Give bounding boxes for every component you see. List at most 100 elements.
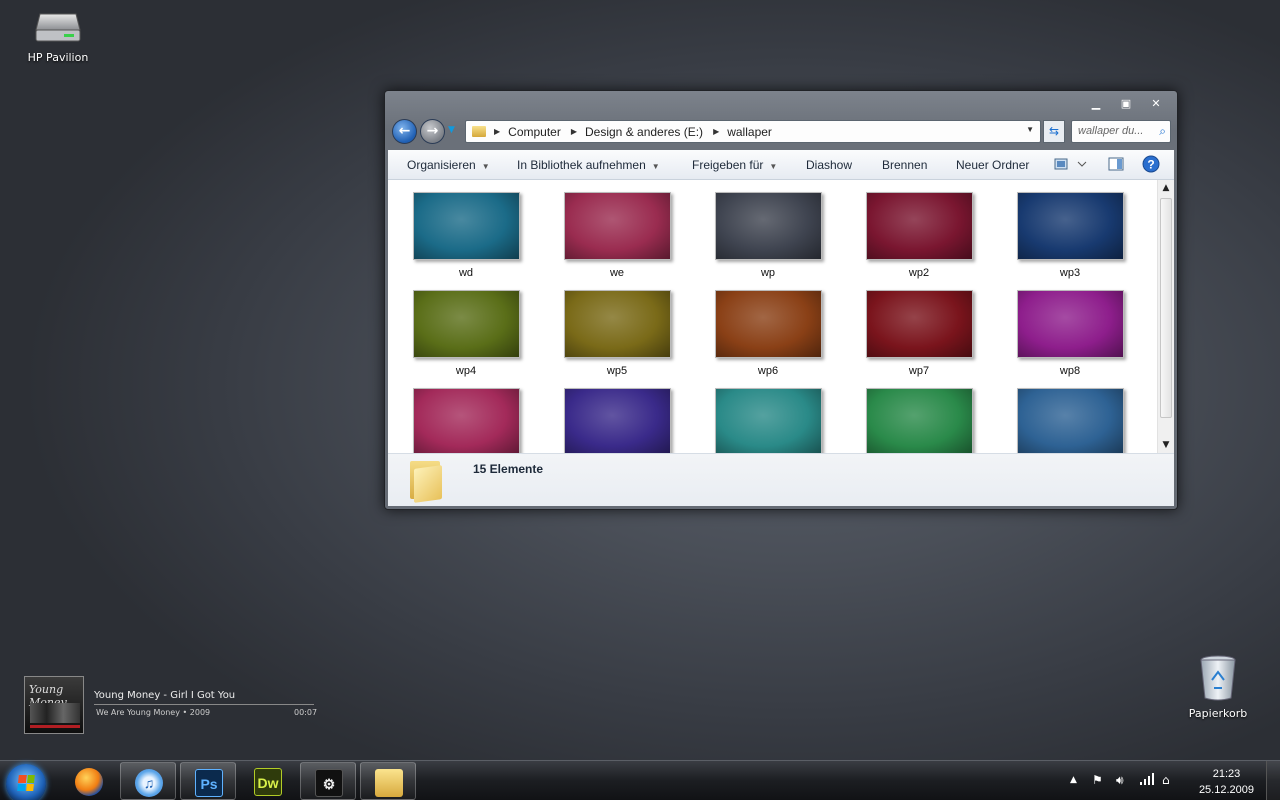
volume-icon[interactable]: 🔊︎	[1116, 773, 1124, 788]
burn-button[interactable]: Brennen	[882, 158, 927, 172]
address-bar[interactable]: ▶ Computer ▶ Design & anderes (E:) ▶ wal…	[465, 120, 1041, 143]
breadcrumb-separator-icon[interactable]: ▶	[713, 127, 719, 136]
steam-icon: ⚙	[315, 769, 343, 797]
windows-logo-icon	[17, 775, 35, 791]
file-name: wd	[458, 267, 474, 279]
scroll-up-button[interactable]: ▲	[1158, 180, 1174, 196]
breadcrumb-separator-icon[interactable]: ▶	[494, 127, 500, 136]
file-item[interactable]	[708, 388, 828, 453]
address-history-dropdown[interactable]: ▼	[1026, 125, 1034, 134]
share-with-menu[interactable]: Freigeben für ▼	[692, 158, 777, 172]
search-icon[interactable]: ⌕	[1159, 124, 1166, 139]
file-item[interactable]: wp2	[859, 192, 979, 279]
triangle-up-icon: ▲	[1162, 183, 1170, 193]
breadcrumb-drive[interactable]: Design & anderes (E:)	[585, 125, 703, 139]
share-with-label: Freigeben für	[692, 158, 764, 172]
chevron-down-icon: ▼	[769, 162, 778, 171]
navigation-bar: ← → ▼ ▶ Computer ▶ Design & anderes (E:)…	[389, 117, 1173, 147]
flag-icon[interactable]: ⚑	[1092, 773, 1103, 787]
file-list[interactable]: wd we wp wp2 wp3 wp4 wp5 wp6 wp7 wp8 ▲ ▼	[388, 180, 1174, 453]
search-input[interactable]: wallaper du... ⌕	[1071, 120, 1171, 143]
refresh-button[interactable]: ⇆	[1043, 120, 1065, 143]
desktop-icon-hp-pavilion[interactable]: HP Pavilion	[13, 10, 103, 64]
add-to-library-menu[interactable]: In Bibliothek aufnehmen ▼	[517, 158, 660, 172]
thumbnail	[563, 388, 671, 453]
explorer-window[interactable]: ▁ ▣ ✕ ← → ▼ ▶ Computer ▶ Design & andere…	[384, 90, 1178, 510]
vertical-scrollbar[interactable]: ▲ ▼	[1157, 180, 1174, 453]
recent-pages-dropdown[interactable]: ▼	[448, 125, 455, 135]
forward-button[interactable]: →	[420, 119, 445, 144]
album-art: Young Money	[24, 676, 84, 734]
breadcrumb-computer[interactable]: Computer	[508, 125, 561, 139]
breadcrumb-folder[interactable]: wallaper	[727, 125, 772, 139]
chevron-down-icon: ▼	[651, 162, 660, 171]
view-options-button[interactable]	[1054, 156, 1088, 175]
file-name: wp3	[1059, 267, 1081, 279]
thumbnail	[714, 388, 822, 453]
itunes-icon: ♫	[135, 769, 163, 797]
file-item[interactable]	[557, 388, 677, 453]
minimize-icon: ▁	[1091, 97, 1101, 110]
maximize-icon: ▣	[1120, 97, 1132, 110]
view-icon	[1054, 158, 1087, 170]
taskbar-steam[interactable]: ⚙	[300, 762, 356, 800]
show-desktop-button[interactable]	[1266, 761, 1280, 800]
network-signal-icon[interactable]	[1140, 773, 1154, 788]
file-item[interactable]	[1010, 388, 1130, 453]
minimize-button[interactable]: ▁	[1081, 95, 1111, 113]
maximize-button[interactable]: ▣	[1111, 95, 1141, 113]
new-folder-button[interactable]: Neuer Ordner	[956, 158, 1029, 172]
desktop-icon-recycle-bin[interactable]: Papierkorb	[1178, 654, 1258, 720]
thumbnail	[1016, 388, 1124, 453]
folder-icon	[408, 461, 444, 503]
close-icon: ✕	[1151, 97, 1161, 110]
thumbnail	[412, 388, 520, 453]
scrollbar-thumb[interactable]	[1160, 198, 1172, 418]
search-placeholder: wallaper du...	[1078, 125, 1144, 137]
signal-bars-icon	[1140, 773, 1154, 785]
close-button[interactable]: ✕	[1141, 95, 1171, 113]
thumbnail	[1016, 290, 1124, 358]
album-name: We Are Young Money • 2009	[96, 708, 211, 717]
file-item[interactable]: wp6	[708, 290, 828, 377]
file-item[interactable]: wp8	[1010, 290, 1130, 377]
desktop-icon-label: HP Pavilion	[27, 51, 89, 64]
file-item[interactable]: wd	[406, 192, 526, 279]
slideshow-button[interactable]: Diashow	[806, 158, 852, 172]
command-bar: Organisieren ▼ In Bibliothek aufnehmen ▼ F…	[388, 150, 1174, 180]
arrow-right-icon: →	[426, 123, 439, 139]
thumbnail	[412, 192, 520, 260]
file-item[interactable]	[859, 388, 979, 453]
arrow-left-icon: ←	[398, 123, 411, 139]
file-name: we	[609, 267, 625, 279]
power-icon[interactable]: ⌂	[1162, 773, 1170, 787]
hard-drive-icon	[35, 13, 81, 42]
file-item[interactable]: wp7	[859, 290, 979, 377]
show-hidden-icons-button[interactable]: ▲	[1070, 775, 1077, 785]
help-button[interactable]: ?	[1142, 155, 1160, 176]
file-item[interactable]: wp3	[1010, 192, 1130, 279]
taskbar-explorer[interactable]	[360, 762, 416, 800]
file-item[interactable]: wp4	[406, 290, 526, 377]
back-button[interactable]: ←	[392, 119, 417, 144]
file-item[interactable]: wp5	[557, 290, 677, 377]
file-item[interactable]: wp	[708, 192, 828, 279]
breadcrumb-separator-icon[interactable]: ▶	[571, 127, 577, 136]
file-item[interactable]: we	[557, 192, 677, 279]
file-name: wp2	[908, 267, 930, 279]
thumbnail	[714, 290, 822, 358]
file-name: wp5	[606, 365, 628, 377]
playback-time: 00:07	[294, 708, 318, 717]
organize-menu[interactable]: Organisieren ▼	[407, 158, 490, 172]
taskbar-firefox[interactable]	[61, 762, 117, 800]
taskbar-photoshop[interactable]: Ps	[180, 762, 236, 800]
preview-pane-button[interactable]	[1108, 156, 1124, 175]
file-item[interactable]	[406, 388, 526, 453]
scroll-down-button[interactable]: ▼	[1158, 437, 1174, 453]
media-player-widget[interactable]: Young Money Young Money - Girl I Got You…	[24, 676, 324, 736]
clock[interactable]: 21:23 25.12.2009	[1199, 766, 1254, 798]
taskbar-itunes[interactable]: ♫	[120, 762, 176, 800]
start-button[interactable]	[6, 764, 46, 800]
taskbar-dreamweaver[interactable]: Dw	[240, 762, 296, 800]
system-tray: ▲ ⚑ 🔊︎ ⌂ 21:23 25.12.2009	[1060, 761, 1280, 800]
